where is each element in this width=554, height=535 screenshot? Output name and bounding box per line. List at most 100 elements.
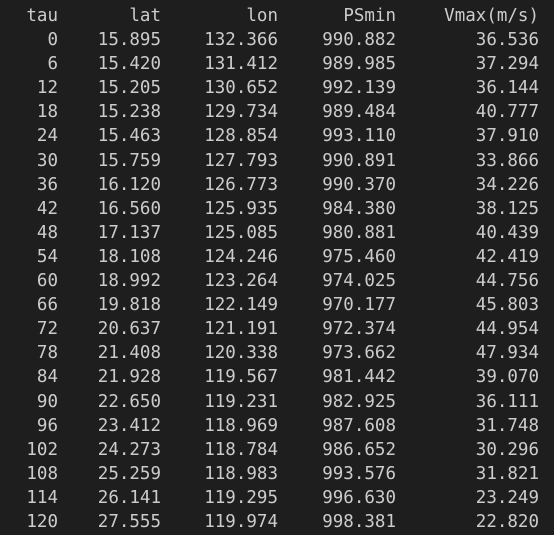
cell-lat: 23.412 <box>97 415 161 436</box>
table-row: 0 15.895 132.366 990.882 36.536 <box>0 28 554 52</box>
table-row: 36 16.120 126.773 990.370 34.226 <box>0 173 554 197</box>
cell-tau: 18 <box>36 102 58 123</box>
table-row: 120 27.555 119.974 998.381 22.820 <box>0 510 554 534</box>
cell-psmin: 996.630 <box>322 487 396 508</box>
cell-psmin: 982.925 <box>322 391 396 412</box>
table-row: 42 16.560 125.935 984.380 38.125 <box>0 197 554 221</box>
cell-vmax: 23.249 <box>475 487 539 508</box>
cell-vmax: 40.777 <box>475 102 539 123</box>
cell-tau: 0 <box>47 30 58 51</box>
cell-tau: 12 <box>36 78 58 99</box>
terminal-output[interactable]: tau lat lon PSmin Vmax(m/s) 0 15.895 132.3… <box>0 0 554 535</box>
cell-psmin: 989.985 <box>322 54 396 75</box>
cell-lat: 22.650 <box>97 391 161 412</box>
table-row: 72 20.637 121.191 972.374 44.954 <box>0 317 554 341</box>
cell-vmax: 47.934 <box>475 343 539 364</box>
cell-lon: 123.264 <box>204 271 278 292</box>
cell-vmax: 33.866 <box>475 150 539 171</box>
cell-vmax: 31.821 <box>475 463 539 484</box>
cell-psmin: 990.891 <box>322 150 396 171</box>
cell-vmax: 36.144 <box>475 78 539 99</box>
table-row: 30 15.759 127.793 990.891 33.866 <box>0 149 554 173</box>
table-row: 108 25.259 118.983 993.576 31.821 <box>0 462 554 486</box>
cell-lat: 19.818 <box>97 295 161 316</box>
cell-psmin: 993.110 <box>322 126 396 147</box>
cell-lon: 125.085 <box>204 222 278 243</box>
cell-tau: 102 <box>26 439 58 460</box>
header-lat: lat <box>129 6 161 26</box>
cell-psmin: 980.881 <box>322 222 396 243</box>
cell-lon: 129.734 <box>204 102 278 123</box>
cell-lat: 15.420 <box>97 54 161 75</box>
cell-lat: 15.759 <box>97 150 161 171</box>
table-row: 6 15.420 131.412 989.985 37.294 <box>0 52 554 76</box>
table-body: 0 15.895 132.366 990.882 36.536 6 15.420 131.41… <box>0 28 554 534</box>
cell-lon: 126.773 <box>204 174 278 195</box>
cell-lon: 124.246 <box>204 246 278 267</box>
cell-tau: 78 <box>36 343 58 364</box>
cell-tau: 42 <box>36 198 58 219</box>
cell-lat: 18.992 <box>97 271 161 292</box>
cell-lon: 120.338 <box>204 343 278 364</box>
cell-lat: 27.555 <box>97 511 161 532</box>
cell-lat: 21.408 <box>97 343 161 364</box>
cell-psmin: 972.374 <box>322 319 396 340</box>
cell-vmax: 39.070 <box>475 367 539 388</box>
cell-lat: 24.273 <box>97 439 161 460</box>
cell-lon: 118.784 <box>204 439 278 460</box>
cell-lat: 15.895 <box>97 30 161 51</box>
table-header: tau lat lon PSmin Vmax(m/s) <box>0 4 554 28</box>
table-row: 114 26.141 119.295 996.630 23.249 <box>0 486 554 510</box>
cell-lat: 15.238 <box>97 102 161 123</box>
cell-lat: 16.120 <box>97 174 161 195</box>
cell-vmax: 44.954 <box>475 319 539 340</box>
cell-tau: 54 <box>36 246 58 267</box>
cell-vmax: 30.296 <box>475 439 539 460</box>
cell-vmax: 36.536 <box>475 30 539 51</box>
cell-psmin: 998.381 <box>322 511 396 532</box>
cell-lat: 18.108 <box>97 246 161 267</box>
cell-tau: 36 <box>36 174 58 195</box>
table-row: 12 15.205 130.652 992.139 36.144 <box>0 76 554 100</box>
cell-lon: 118.983 <box>204 463 278 484</box>
cell-psmin: 990.370 <box>322 174 396 195</box>
table-row: 78 21.408 120.338 973.662 47.934 <box>0 341 554 365</box>
table-row: 96 23.412 118.969 987.608 31.748 <box>0 414 554 438</box>
cell-tau: 84 <box>36 367 58 388</box>
header-vmax: Vmax(m/s) <box>444 6 539 26</box>
table-row: 90 22.650 119.231 982.925 36.111 <box>0 390 554 414</box>
cell-psmin: 989.484 <box>322 102 396 123</box>
cell-tau: 66 <box>36 295 58 316</box>
cell-psmin: 987.608 <box>322 415 396 436</box>
cell-lat: 17.137 <box>97 222 161 243</box>
cell-psmin: 981.442 <box>322 367 396 388</box>
table-row: 18 15.238 129.734 989.484 40.777 <box>0 100 554 124</box>
cell-lat: 20.637 <box>97 319 161 340</box>
table-row: 102 24.273 118.784 986.652 30.296 <box>0 438 554 462</box>
cell-lon: 128.854 <box>204 126 278 147</box>
cell-vmax: 31.748 <box>475 415 539 436</box>
cell-lon: 121.191 <box>204 319 278 340</box>
cell-tau: 90 <box>36 391 58 412</box>
cell-tau: 72 <box>36 319 58 340</box>
cell-tau: 30 <box>36 150 58 171</box>
cell-psmin: 990.882 <box>322 30 396 51</box>
cell-vmax: 42.419 <box>475 246 539 267</box>
cell-psmin: 973.662 <box>322 343 396 364</box>
table-row: 84 21.928 119.567 981.442 39.070 <box>0 365 554 389</box>
header-tau: tau <box>26 6 58 26</box>
cell-lat: 26.141 <box>97 487 161 508</box>
cell-lon: 127.793 <box>204 150 278 171</box>
cell-lon: 125.935 <box>204 198 278 219</box>
cell-vmax: 40.439 <box>475 222 539 243</box>
cell-lat: 21.928 <box>97 367 161 388</box>
cell-tau: 120 <box>26 511 58 532</box>
cell-psmin: 993.576 <box>322 463 396 484</box>
cell-psmin: 992.139 <box>322 78 396 99</box>
cell-lon: 119.567 <box>204 367 278 388</box>
cell-tau: 24 <box>36 126 58 147</box>
cell-tau: 48 <box>36 222 58 243</box>
table-row: 48 17.137 125.085 980.881 40.439 <box>0 221 554 245</box>
cell-tau: 60 <box>36 271 58 292</box>
table-row: 24 15.463 128.854 993.110 37.910 <box>0 124 554 148</box>
